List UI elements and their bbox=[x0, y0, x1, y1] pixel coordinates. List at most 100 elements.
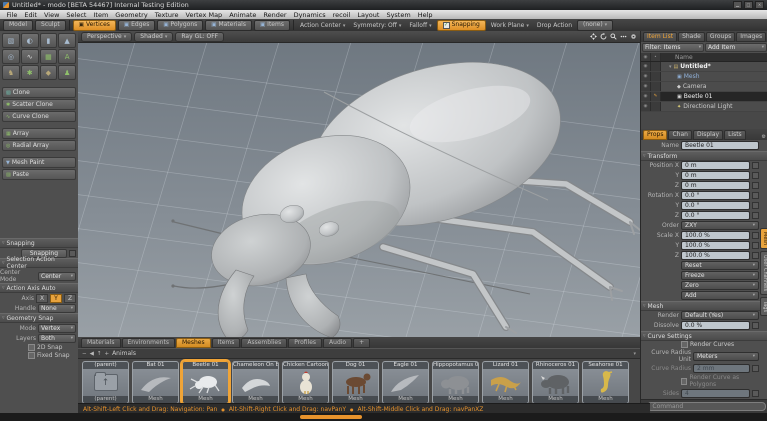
geometry-snap-header[interactable]: Geometry Snap bbox=[0, 313, 78, 323]
array-button[interactable]: ▦Array bbox=[2, 128, 76, 139]
viewport-3d[interactable]: Perspective Shaded Ray GL: OFF bbox=[78, 31, 640, 337]
cylinder-tool-icon[interactable]: ▮ bbox=[40, 33, 58, 48]
menu-recoil[interactable]: recoil bbox=[329, 11, 354, 19]
action-axis-auto-header[interactable]: Action Axis Auto bbox=[0, 283, 78, 293]
drop-action-value[interactable]: (none) bbox=[577, 20, 613, 31]
snapping-button[interactable]: ✓Snapping bbox=[437, 20, 486, 31]
menu-vertex-map[interactable]: Vertex Map bbox=[182, 11, 226, 19]
item-row-light[interactable]: ◉ ✦Directional Light bbox=[641, 102, 767, 112]
tab-materials[interactable]: Materials bbox=[81, 338, 121, 348]
cube-tool-icon[interactable]: ▧ bbox=[2, 33, 20, 48]
torus-tool-icon[interactable]: ◎ bbox=[2, 49, 20, 64]
curve-settings-header[interactable]: Curve Settings bbox=[641, 331, 767, 341]
zero-button[interactable]: Zero bbox=[681, 281, 759, 290]
preset-tile-chameleon[interactable]: Chameleon On Br Mesh bbox=[232, 361, 279, 404]
eye-icon[interactable]: ◉ bbox=[641, 102, 651, 111]
2d-snap-checkbox[interactable] bbox=[28, 344, 35, 351]
path-dropdown-icon[interactable]: ▾ bbox=[633, 351, 636, 357]
tab-groups[interactable]: Groups bbox=[706, 32, 735, 42]
layers-dropdown[interactable]: Both bbox=[38, 334, 76, 343]
menu-geometry[interactable]: Geometry bbox=[112, 11, 151, 19]
reset-button[interactable]: Reset bbox=[681, 261, 759, 270]
menu-item[interactable]: Item bbox=[90, 11, 112, 19]
maximize-button[interactable]: □ bbox=[744, 1, 753, 9]
order-dropdown[interactable]: ZXY bbox=[681, 221, 759, 230]
eye-icon[interactable]: ◉ bbox=[641, 82, 651, 91]
menu-edit[interactable]: Edit bbox=[21, 11, 41, 19]
browser-path[interactable]: Animals bbox=[112, 350, 136, 357]
preset-tile-chicken[interactable]: Chicken Cartoon 01 Mesh bbox=[282, 361, 329, 404]
work-plane-dropdown[interactable]: Work Plane bbox=[488, 22, 532, 29]
sphere-tool-icon[interactable]: ◐ bbox=[21, 33, 39, 48]
render-dropdown[interactable]: Default (Yes) bbox=[681, 311, 759, 320]
keyframe-dot[interactable] bbox=[752, 182, 759, 189]
tab-props[interactable]: Props bbox=[643, 130, 667, 140]
add-path-icon[interactable]: + bbox=[104, 351, 109, 357]
curve-clone-button[interactable]: ∿Curve Clone bbox=[2, 111, 76, 122]
menu-help[interactable]: Help bbox=[414, 11, 436, 19]
tab-meshes[interactable]: Meshes bbox=[176, 338, 211, 348]
projection-dropdown[interactable]: Perspective bbox=[81, 32, 132, 42]
side-tab-tags[interactable]: Tags bbox=[760, 297, 767, 316]
figure-tool-icon-4[interactable]: ♟ bbox=[58, 65, 76, 80]
eye-icon[interactable]: ◉ bbox=[641, 62, 651, 71]
mode-edges[interactable]: ▣Edges bbox=[118, 20, 155, 31]
shading-dropdown[interactable]: Shaded bbox=[134, 32, 173, 42]
transform-section-header[interactable]: Transform bbox=[641, 151, 767, 161]
edit-flag-icon[interactable]: ✎ bbox=[651, 92, 661, 101]
axis-y-button[interactable]: Y bbox=[50, 294, 62, 303]
scatter-clone-button[interactable]: ✱Scatter Clone bbox=[2, 99, 76, 110]
keyframe-dot[interactable] bbox=[752, 252, 759, 259]
preset-tile-lizard[interactable]: Lizard 01 Mesh bbox=[482, 361, 529, 404]
keyframe-dot[interactable] bbox=[752, 162, 759, 169]
tab-display[interactable]: Display bbox=[693, 130, 723, 140]
axis-z-button[interactable]: Z bbox=[64, 294, 76, 303]
scale-x-field[interactable]: 100.0 % bbox=[681, 231, 750, 240]
position-z-field[interactable]: 0 m bbox=[681, 181, 750, 190]
menu-texture[interactable]: Texture bbox=[151, 11, 182, 19]
tab-chan[interactable]: Chan bbox=[668, 130, 691, 140]
preset-tile-bat[interactable]: Bat 01 Mesh bbox=[132, 361, 179, 404]
menu-animate[interactable]: Animate bbox=[226, 11, 260, 19]
cone-tool-icon[interactable]: ▲ bbox=[58, 33, 76, 48]
preset-tile-hippo[interactable]: Hippopotamus 01 Mesh bbox=[432, 361, 479, 404]
menu-select[interactable]: Select bbox=[63, 11, 90, 19]
paste-button[interactable]: ▨Paste bbox=[2, 169, 76, 180]
tab-profiles[interactable]: Profiles bbox=[288, 338, 322, 348]
filter-dropdown[interactable]: Filter: Items bbox=[642, 43, 704, 52]
menu-dynamics[interactable]: Dynamics bbox=[290, 11, 329, 19]
item-row-mesh[interactable]: ◉ ▣Mesh bbox=[641, 72, 767, 82]
handle-dropdown[interactable]: None bbox=[38, 304, 76, 313]
eye-icon[interactable]: ◉ bbox=[641, 92, 651, 101]
snapping-section-header[interactable]: Snapping bbox=[0, 238, 78, 248]
item-row-beetle[interactable]: ◉✎ ▣Beetle 01 bbox=[641, 92, 767, 102]
viewport-options-icon[interactable] bbox=[620, 33, 627, 40]
tab-browser-add[interactable]: + bbox=[353, 338, 370, 348]
render-curve-polygons-checkbox[interactable] bbox=[681, 378, 687, 385]
eye-icon[interactable]: ◉ bbox=[641, 72, 651, 81]
rotation-z-field[interactable]: 0.0 ° bbox=[681, 211, 750, 220]
mesh-paint-button[interactable]: ▼Mesh Paint bbox=[2, 157, 76, 168]
rotation-y-field[interactable]: 0.0 ° bbox=[681, 201, 750, 210]
preset-tile-eagle[interactable]: Eagle 01 Mesh bbox=[382, 361, 429, 404]
item-list-empty-area[interactable] bbox=[641, 112, 767, 129]
up-level-icon[interactable]: ↑ bbox=[97, 351, 102, 357]
mode-materials[interactable]: ▣Materials bbox=[205, 20, 252, 31]
fixed-snap-checkbox[interactable] bbox=[28, 352, 35, 359]
viewport-canvas[interactable] bbox=[78, 42, 640, 337]
side-tab-user-channels[interactable]: User Channels bbox=[760, 251, 767, 295]
menu-view[interactable]: View bbox=[40, 11, 62, 19]
raygl-toggle[interactable]: Ray GL: OFF bbox=[175, 32, 224, 42]
keyframe-dot[interactable] bbox=[752, 242, 759, 249]
symmetry-dropdown[interactable]: Symmetry: Off bbox=[350, 22, 404, 29]
keyframe-dot[interactable] bbox=[752, 212, 759, 219]
figure-tool-icon-3[interactable]: ◆ bbox=[40, 65, 58, 80]
dissolve-field[interactable]: 0.0 % bbox=[681, 321, 750, 330]
tab-sculpt[interactable]: Sculpt bbox=[35, 20, 66, 31]
position-y-field[interactable]: 0 m bbox=[681, 171, 750, 180]
close-button[interactable]: × bbox=[755, 1, 764, 9]
curve-tool-icon[interactable]: ∿ bbox=[21, 49, 39, 64]
render-curves-checkbox[interactable] bbox=[681, 341, 688, 348]
mesh-section-header[interactable]: Mesh bbox=[641, 301, 767, 311]
side-tab-mesh[interactable]: Mesh bbox=[760, 228, 767, 249]
